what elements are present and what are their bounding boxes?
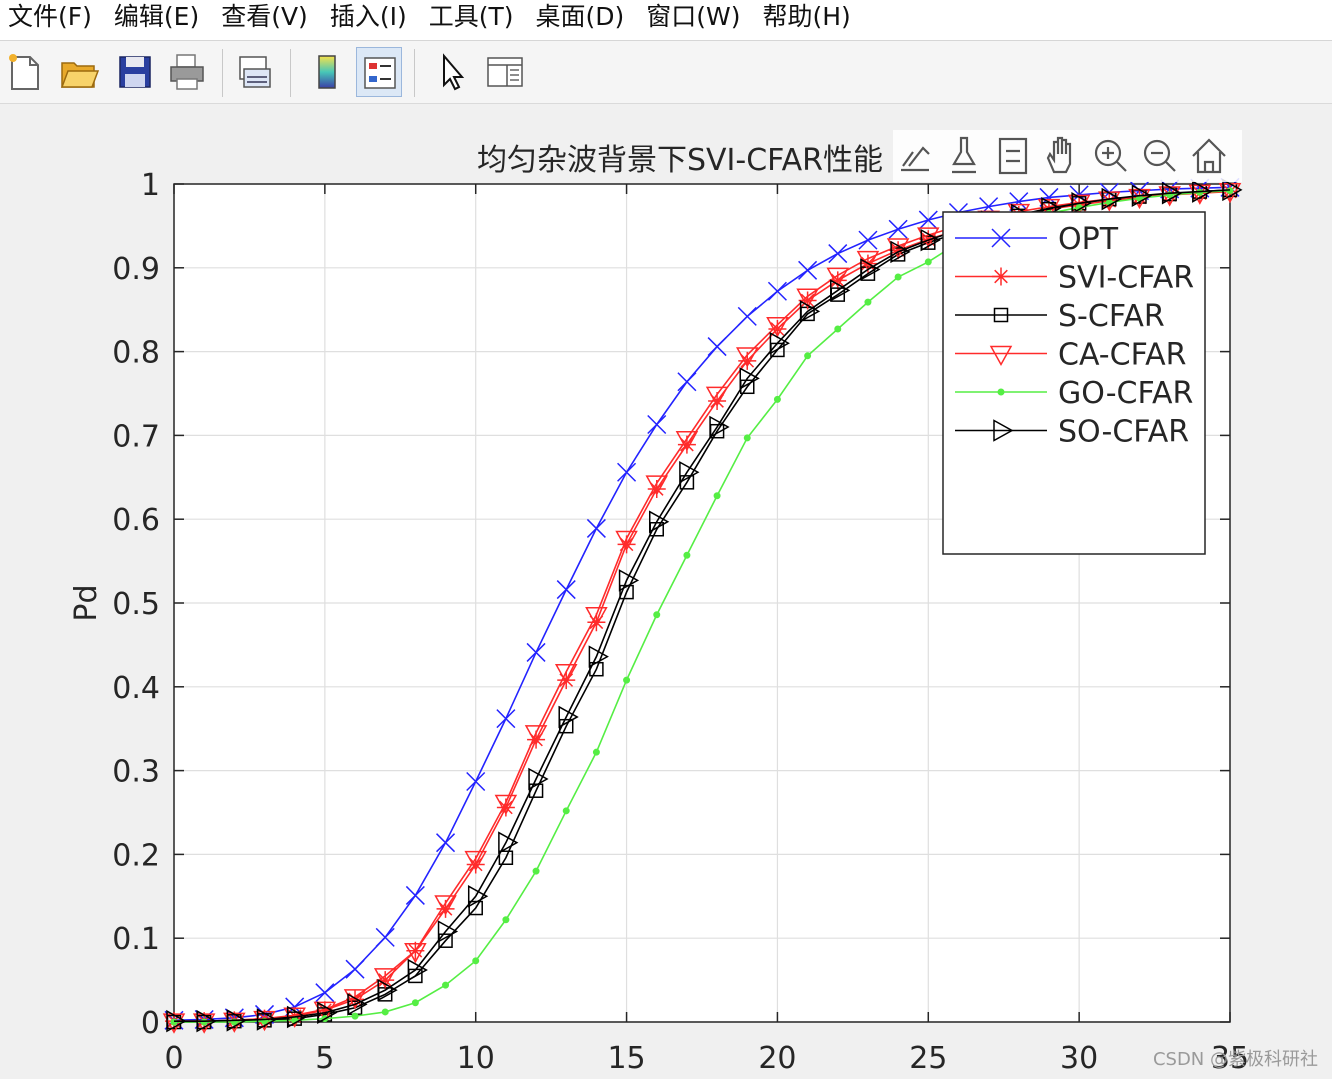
open-folder-icon[interactable] (56, 47, 102, 97)
data-point (894, 273, 902, 281)
y-tick-label: 0.6 (112, 503, 160, 538)
y-tick-label: 0.5 (112, 587, 160, 622)
print-icon[interactable] (164, 47, 210, 97)
menu-help[interactable]: 帮助(H) (754, 0, 864, 40)
data-point (804, 352, 812, 360)
legend-label: SO-CFAR (1058, 415, 1189, 450)
data-point (653, 611, 661, 619)
axes-toolbar (893, 130, 1242, 182)
data-point (592, 748, 600, 756)
menu-file[interactable]: 文件(F) (0, 0, 106, 40)
legend-label: GO-CFAR (1058, 376, 1193, 411)
line-chart: 0 5 10 15 20 25 30 3500.10.20.30.40.50.60.70.80… (69, 130, 1249, 1076)
colorbar-icon[interactable] (304, 47, 350, 97)
x-tick-label: 10 (457, 1041, 495, 1076)
x-tick-label: 30 (1060, 1041, 1098, 1076)
x-tick-label: 20 (758, 1041, 796, 1076)
menu-edit[interactable]: 编辑(E) (106, 0, 213, 40)
y-tick-label: 0.7 (112, 419, 160, 454)
legend-marker (992, 267, 1010, 286)
x-tick-label: 25 (909, 1041, 947, 1076)
data-point (557, 671, 576, 690)
data-point (442, 981, 450, 989)
menu-insert[interactable]: 插入(I) (322, 0, 421, 40)
link-plot-icon[interactable] (232, 47, 278, 97)
figure-toolbar (0, 41, 1332, 104)
y-tick-label: 0.8 (112, 336, 160, 371)
legend-label: CA-CFAR (1058, 338, 1186, 373)
property-inspector-icon[interactable] (482, 47, 528, 97)
menu-window[interactable]: 窗口(W) (638, 0, 754, 40)
data-point (834, 325, 842, 333)
data-point (200, 1018, 208, 1026)
data-point (773, 395, 781, 403)
y-tick-label: 0.4 (112, 671, 160, 706)
y-tick-label: 0.9 (112, 252, 160, 287)
data-point (743, 434, 751, 442)
y-axis-label: Pd (69, 584, 104, 621)
x-tick-label: 0 (164, 1041, 183, 1076)
menu-tools[interactable]: 工具(T) (421, 0, 528, 40)
menu-desktop[interactable]: 桌面(D) (527, 0, 638, 40)
new-figure-icon[interactable] (2, 47, 48, 97)
axes-toolbar-bg (893, 130, 1242, 182)
data-point (502, 916, 510, 924)
data-point (472, 957, 480, 965)
menu-view[interactable]: 查看(V) (213, 0, 322, 40)
data-point (411, 999, 419, 1007)
edit-plot-pointer-icon[interactable] (428, 47, 474, 97)
legend-label: SVI-CFAR (1058, 261, 1194, 296)
legend-label: OPT (1058, 222, 1119, 257)
y-tick-label: 0.1 (112, 922, 160, 957)
data-point (532, 867, 540, 875)
data-point (562, 807, 570, 815)
chart-title: 均匀杂波背景下SVI-CFAR性能 (477, 143, 883, 178)
data-point (864, 298, 872, 306)
data-point (351, 1012, 359, 1020)
save-icon[interactable] (112, 47, 158, 97)
data-point (170, 1018, 178, 1026)
watermark: CSDN @紫极科研社 (1152, 1049, 1318, 1070)
data-point (924, 258, 932, 266)
y-tick-label: 0.3 (112, 755, 160, 790)
y-tick-label: 0 (141, 1006, 160, 1041)
data-point (683, 551, 691, 559)
y-tick-label: 1 (141, 168, 160, 203)
data-point (623, 676, 631, 684)
menu-bar: 文件(F) 编辑(E) 查看(V) 插入(I) 工具(T) 桌面(D) 窗口(W… (0, 0, 1332, 41)
legend[interactable]: OPT SVI-CFARS-CFAR CA-CFARGO-CFAR SO-CFAR (942, 211, 1206, 555)
data-point (381, 1008, 389, 1016)
y-tick-label: 0.2 (112, 838, 160, 873)
legend-marker (997, 388, 1005, 396)
x-tick-label: 5 (315, 1041, 334, 1076)
legend-label: S-CFAR (1058, 299, 1165, 334)
legend-icon[interactable] (356, 47, 402, 97)
figure-canvas: 0 5 10 15 20 25 30 35 0 0.1 0.2 0.3 0.4 0.5 0.6 0.7 0.8 0… (0, 104, 1332, 1079)
data-point (713, 492, 721, 500)
x-tick-label: 15 (607, 1041, 645, 1076)
